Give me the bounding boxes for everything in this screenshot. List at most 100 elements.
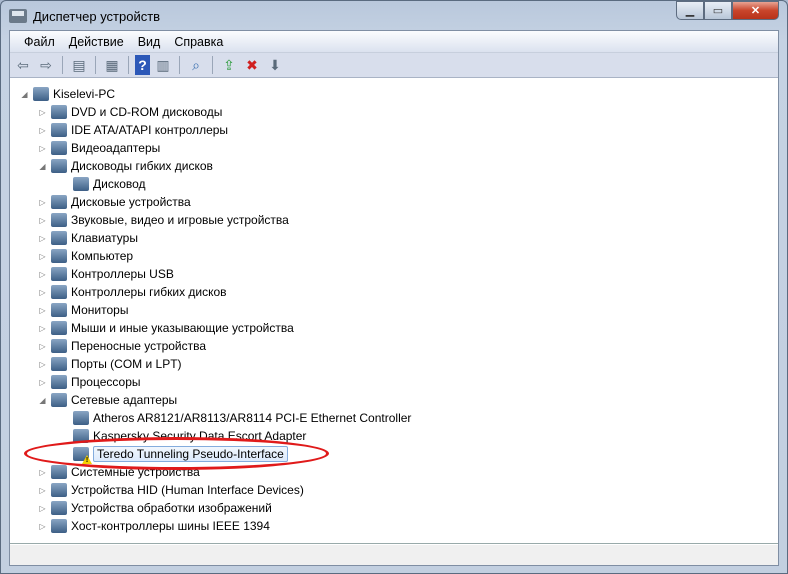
expand-arrow-icon[interactable]: ▷ bbox=[38, 504, 47, 513]
expand-arrow-icon[interactable]: ▷ bbox=[38, 288, 47, 297]
device-icon bbox=[51, 159, 67, 173]
device-icon bbox=[51, 267, 67, 281]
maximize-button[interactable]: ▭ bbox=[704, 1, 732, 20]
device-icon bbox=[51, 123, 67, 137]
tree-item-label: Клавиатуры bbox=[71, 231, 138, 245]
menu-file[interactable]: Файл bbox=[18, 33, 61, 51]
tree-category[interactable]: ▷ Хост-контроллеры шины IEEE 1394 bbox=[38, 517, 270, 535]
tree-category[interactable]: ▷ Видеоадаптеры bbox=[38, 139, 160, 157]
tree-item-label: Устройства обработки изображений bbox=[71, 501, 272, 515]
tree-item-label: Компьютер bbox=[71, 249, 134, 263]
expand-arrow-icon[interactable]: ▷ bbox=[38, 342, 47, 351]
collapse-arrow-icon[interactable]: ◢ bbox=[38, 396, 47, 405]
properties-icon[interactable]: ▦ bbox=[102, 55, 122, 75]
tree-category[interactable]: ▷ Контроллеры USB bbox=[38, 265, 174, 283]
tree-device[interactable]: Kaspersky Security Data Escort Adapter bbox=[60, 427, 306, 445]
tree-category[interactable]: ◢ Дисководы гибких дисков bbox=[38, 157, 213, 175]
tree-item-label: DVD и CD-ROM дисководы bbox=[71, 105, 223, 119]
tree-item-label: Контроллеры USB bbox=[71, 267, 174, 281]
tree-category[interactable]: ▷ Системные устройства bbox=[38, 463, 200, 481]
expand-arrow-icon[interactable]: ▷ bbox=[38, 306, 47, 315]
tree-device[interactable]: Atheros AR8121/AR8113/AR8114 PCI-E Ether… bbox=[60, 409, 411, 427]
expand-arrow-icon[interactable]: ▷ bbox=[38, 468, 47, 477]
menu-action[interactable]: Действие bbox=[63, 33, 130, 51]
tree-category[interactable]: ▷ Компьютер bbox=[38, 247, 133, 265]
tree-category[interactable]: ▷ Клавиатуры bbox=[38, 229, 138, 247]
device-icon bbox=[51, 249, 67, 263]
collapse-arrow-icon[interactable]: ◢ bbox=[38, 162, 47, 171]
expand-arrow-icon[interactable]: ▷ bbox=[38, 144, 47, 153]
tree-device[interactable]: Дисковод bbox=[60, 175, 146, 193]
help-icon[interactable]: ? bbox=[135, 55, 150, 75]
forward-icon[interactable]: ⇨ bbox=[36, 55, 56, 75]
uninstall-device-icon[interactable]: ⬇ bbox=[265, 55, 285, 75]
menu-help[interactable]: Справка bbox=[168, 33, 229, 51]
device-icon bbox=[51, 393, 67, 407]
tree-category[interactable]: ▷ Дисковые устройства bbox=[38, 193, 191, 211]
tree-item-label: Kaspersky Security Data Escort Adapter bbox=[93, 429, 307, 443]
tree-category[interactable]: ◢ Сетевые адаптеры bbox=[38, 391, 177, 409]
tree-item-label: Порты (COM и LPT) bbox=[71, 357, 182, 371]
expand-arrow-icon[interactable]: ▷ bbox=[38, 126, 47, 135]
tree-item-label: IDE ATA/ATAPI контроллеры bbox=[71, 123, 229, 137]
close-button[interactable]: ✕ bbox=[732, 1, 779, 20]
tree-category[interactable]: ▷ IDE ATA/ATAPI контроллеры bbox=[38, 121, 228, 139]
tree-item-label: Процессоры bbox=[71, 375, 141, 389]
expand-arrow-icon[interactable]: ▷ bbox=[38, 270, 47, 279]
tree-item-label: Дисковые устройства bbox=[71, 195, 191, 209]
show-hide-console-tree-icon[interactable]: ▤ bbox=[69, 55, 89, 75]
device-icon bbox=[51, 357, 67, 371]
tree-item-label: Teredo Tunneling Pseudo-Interface bbox=[93, 446, 288, 462]
device-icon bbox=[73, 429, 89, 443]
device-icon bbox=[51, 303, 67, 317]
tree-item-label: Atheros AR8121/AR8113/AR8114 PCI-E Ether… bbox=[93, 411, 412, 425]
scan-hardware-icon[interactable]: ⌕ bbox=[186, 55, 206, 75]
expand-arrow-icon[interactable]: ▷ bbox=[38, 216, 47, 225]
show-action-pane-icon[interactable]: ▥ bbox=[153, 55, 173, 75]
tree-category[interactable]: ▷ Процессоры bbox=[38, 373, 141, 391]
tree-category[interactable]: ▷ Звуковые, видео и игровые устройства bbox=[38, 211, 289, 229]
device-icon bbox=[51, 519, 67, 533]
tree-category[interactable]: ▷ Мыши и иные указывающие устройства bbox=[38, 319, 294, 337]
tree-item-label: Kiselevi-PC bbox=[53, 87, 116, 101]
tree-category[interactable]: ▷ Устройства HID (Human Interface Devices… bbox=[38, 481, 304, 499]
device-icon bbox=[51, 213, 67, 227]
menu-bar: Файл Действие Вид Справка bbox=[10, 31, 778, 53]
expand-arrow-icon[interactable]: ▷ bbox=[38, 486, 47, 495]
back-icon[interactable]: ⇦ bbox=[13, 55, 33, 75]
minimize-button[interactable]: ▁ bbox=[676, 1, 704, 20]
tree-item-label: Сетевые адаптеры bbox=[71, 393, 178, 407]
tree-category[interactable]: ▷ Устройства обработки изображений bbox=[38, 499, 272, 517]
toolbar: ⇦ ⇨ ▤ ▦ ? ▥ ⌕ ⇪ ✖ ⬇ bbox=[10, 53, 778, 78]
expand-arrow-icon[interactable]: ▷ bbox=[38, 378, 47, 387]
title-bar: Диспетчер устройств bbox=[9, 5, 160, 27]
expand-arrow-icon[interactable]: ▷ bbox=[38, 252, 47, 261]
expand-arrow-icon[interactable]: ▷ bbox=[38, 234, 47, 243]
tree-category[interactable]: ▷ Мониторы bbox=[38, 301, 128, 319]
expand-arrow-icon[interactable]: ▷ bbox=[38, 522, 47, 531]
tree-category[interactable]: ▷ Порты (COM и LPT) bbox=[38, 355, 182, 373]
expand-arrow-icon[interactable]: ▷ bbox=[38, 108, 47, 117]
network-adapter-warning-icon bbox=[73, 447, 89, 461]
tree-item-label: Хост-контроллеры шины IEEE 1394 bbox=[71, 519, 270, 533]
device-icon bbox=[51, 465, 67, 479]
collapse-arrow-icon[interactable]: ◢ bbox=[20, 90, 29, 99]
device-icon bbox=[51, 231, 67, 245]
tree-item-label: Мониторы bbox=[71, 303, 129, 317]
disable-device-icon[interactable]: ✖ bbox=[242, 55, 262, 75]
tree-category[interactable]: ▷ Контроллеры гибких дисков bbox=[38, 283, 227, 301]
tree-device[interactable]: Teredo Tunneling Pseudo-Interface bbox=[60, 445, 288, 463]
expand-arrow-icon[interactable]: ▷ bbox=[38, 324, 47, 333]
expand-arrow-icon[interactable]: ▷ bbox=[38, 198, 47, 207]
tree-category[interactable]: ▷ Переносные устройства bbox=[38, 337, 206, 355]
tree-item-label: Дисководы гибких дисков bbox=[71, 159, 213, 173]
client-area: Файл Действие Вид Справка ⇦ ⇨ ▤ ▦ ? ▥ ⌕ … bbox=[9, 30, 779, 566]
device-icon bbox=[51, 285, 67, 299]
update-driver-icon[interactable]: ⇪ bbox=[219, 55, 239, 75]
status-bar bbox=[10, 545, 778, 565]
expand-arrow-icon[interactable]: ▷ bbox=[38, 360, 47, 369]
menu-view[interactable]: Вид bbox=[132, 33, 167, 51]
device-icon bbox=[51, 195, 67, 209]
tree-category[interactable]: ▷ DVD и CD-ROM дисководы bbox=[38, 103, 222, 121]
tree-root[interactable]: ◢ Kiselevi-PC bbox=[20, 85, 115, 103]
